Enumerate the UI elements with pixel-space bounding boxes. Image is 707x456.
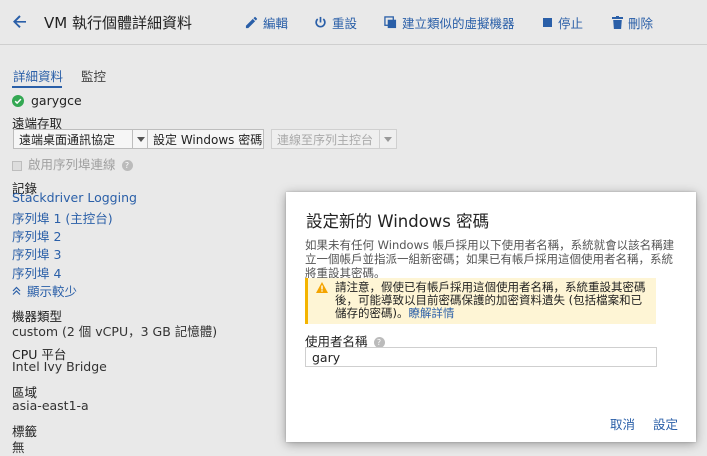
rdp-button-label: 遠端桌面通訊協定	[19, 132, 116, 147]
reset-label: 重設	[332, 16, 358, 31]
dialog-title: 設定新的 Windows 密碼	[306, 212, 490, 231]
tab-details[interactable]: 詳細資料	[13, 66, 63, 85]
create-similar-label: 建立類似的虛擬機器	[402, 16, 515, 31]
log-link-serial-3[interactable]: 序列埠 3	[12, 244, 61, 263]
check-circle-icon	[12, 94, 24, 107]
page-title: VM 執行個體詳細資料	[44, 14, 192, 32]
edit-button[interactable]: 編輯	[245, 13, 288, 32]
serial-console-button-label: 連線至序列主控台	[277, 132, 374, 147]
show-less-link[interactable]: 顯示較少	[12, 281, 77, 300]
cpu-platform-value: Intel Ivy Bridge	[12, 359, 107, 374]
learn-more-link[interactable]: 瞭解詳情	[409, 306, 455, 320]
set-password-dialog: 設定新的 Windows 密碼 如果未有任何 Windows 帳戶採用以下使用者…	[286, 192, 696, 442]
set-windows-password-button[interactable]: 設定 Windows 密碼	[147, 129, 264, 149]
delete-button[interactable]: 刪除	[612, 13, 653, 32]
edit-label: 編輯	[263, 16, 289, 31]
log-link-stackdriver[interactable]: Stackdriver Logging	[12, 190, 137, 205]
create-similar-button[interactable]: 建立類似的虛擬機器	[384, 13, 515, 32]
stop-label: 停止	[558, 16, 584, 31]
delete-label: 刪除	[628, 16, 654, 31]
serial-port-toggle: 啟用序列埠連線?	[12, 154, 133, 173]
trash-icon	[612, 16, 623, 29]
rdp-button[interactable]: 遠端桌面通訊協定	[13, 129, 133, 149]
username-input[interactable]	[305, 347, 657, 367]
labels-value: 無	[12, 440, 25, 455]
warning-box: 請注意，假使已有帳戶採用這個使用者名稱，系統重設其密碼後，可能導致以目前密碼保護…	[305, 278, 656, 324]
log-link-serial-2[interactable]: 序列埠 2	[12, 226, 61, 245]
serial-port-checkbox[interactable]	[12, 160, 22, 171]
set-button[interactable]: 設定	[653, 414, 678, 433]
copy-icon	[384, 16, 397, 29]
warning-message: 請注意，假使已有帳戶採用這個使用者名稱，系統重設其密碼後，可能導致以目前密碼保護…	[335, 280, 646, 320]
zone-value: asia-east1-a	[12, 398, 89, 413]
log-link-serial-4[interactable]: 序列埠 4	[12, 263, 61, 282]
help-icon[interactable]: ?	[121, 160, 133, 171]
machine-type-value: custom (2 個 vCPU，3 GB 記憶體)	[12, 324, 218, 339]
set-password-button-label: 設定 Windows 密碼	[153, 132, 263, 147]
serial-port-label: 啟用序列埠連線	[28, 157, 116, 172]
chevron-down-icon	[384, 136, 392, 142]
active-tab-indicator	[12, 86, 62, 88]
chevron-up-double-icon	[12, 286, 21, 295]
power-icon	[315, 16, 326, 28]
reset-button[interactable]: 重設	[314, 13, 357, 32]
instance-name: garygce	[31, 93, 82, 108]
warning-icon	[316, 282, 328, 293]
back-arrow-icon[interactable]	[8, 10, 32, 34]
pencil-icon	[245, 16, 258, 29]
top-bar: VM 執行個體詳細資料 編輯 重設 建立類似的虛擬機器 停止 刪除	[0, 0, 707, 45]
serial-console-button[interactable]: 連線至序列主控台	[271, 129, 380, 149]
stop-button[interactable]: 停止	[542, 13, 583, 32]
cancel-button[interactable]: 取消	[610, 414, 635, 433]
warning-text: 請注意，假使已有帳戶採用這個使用者名稱，系統重設其密碼後，可能導致以目前密碼保護…	[335, 281, 647, 320]
tab-monitoring[interactable]: 監控	[81, 66, 106, 85]
log-link-serial-1[interactable]: 序列埠 1 (主控台)	[12, 208, 113, 227]
chevron-down-icon	[137, 136, 145, 142]
serial-console-dropdown[interactable]	[379, 129, 397, 149]
dialog-description: 如果未有任何 Windows 帳戶採用以下使用者名稱，系統就會以該名稱建立一個帳…	[305, 238, 675, 280]
instance-status: garygce	[12, 93, 82, 108]
stop-icon	[543, 18, 552, 27]
tab-bar: 詳細資料 監控	[0, 46, 707, 88]
show-less-label: 顯示較少	[27, 284, 78, 299]
